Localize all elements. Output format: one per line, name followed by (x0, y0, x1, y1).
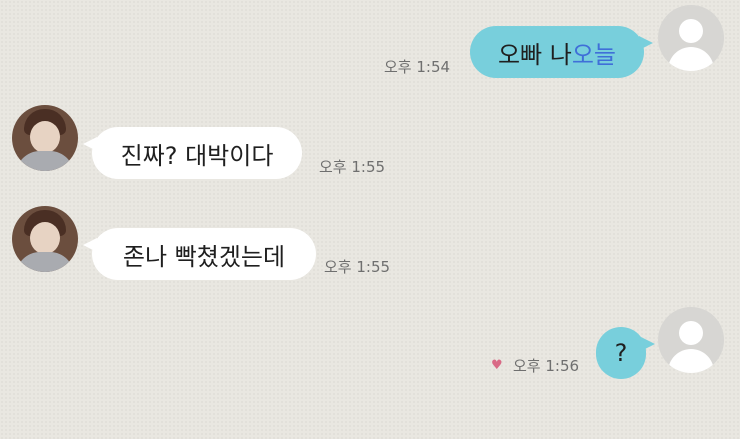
received-message-bubble-2[interactable]: 존나 빡쳤겠는데 (83, 228, 316, 280)
message-time: 오후 1:55 (324, 258, 391, 276)
message-text: 진짜? 대박이다 (120, 141, 274, 170)
friend-avatar-photo[interactable] (12, 105, 78, 171)
avatar-body-shape (668, 47, 714, 71)
avatar-head-shape (679, 321, 703, 345)
message-text: 존나 빡쳤겠는데 (122, 242, 286, 271)
received-message-bubble-1[interactable]: 진짜? 대박이다 (83, 127, 302, 179)
my-avatar-icon[interactable] (658, 5, 724, 71)
sent-message-bubble-2[interactable]: ? (596, 327, 655, 379)
avatar-face-shape (30, 121, 60, 153)
avatar-shirt-shape (16, 151, 74, 171)
avatar-face-shape (30, 222, 60, 254)
my-avatar-icon[interactable] (658, 307, 724, 373)
friend-avatar-photo[interactable] (12, 206, 78, 272)
avatar-shirt-shape (16, 252, 74, 272)
highlighted-message-text: 오늘 (571, 40, 617, 69)
chat-window: 오빠 나 오늘 오후 1:54 진짜? 대박이다 오후 1:55 존나 빡쳤겠는… (0, 0, 740, 439)
message-time: 오후 1:56 (513, 357, 580, 375)
message-time: 오후 1:54 (384, 58, 451, 76)
avatar-body-shape (668, 349, 714, 373)
message-time: 오후 1:55 (319, 158, 386, 176)
heart-reaction-icon: ♥ (491, 358, 503, 373)
message-text: ? (614, 339, 628, 367)
message-text: 오빠 나 (497, 40, 572, 69)
avatar-head-shape (679, 19, 703, 43)
sent-message-bubble-1[interactable]: 오빠 나 오늘 (470, 26, 653, 78)
